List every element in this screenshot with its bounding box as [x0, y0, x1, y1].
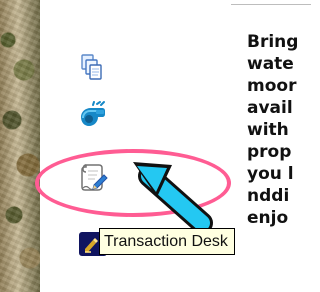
article-line: wate	[247, 54, 294, 74]
article-line: with	[247, 120, 289, 140]
article-line: you l	[247, 164, 294, 184]
article-line: prop	[247, 142, 292, 162]
article-line: enjo	[247, 208, 289, 228]
article-line: moor	[247, 76, 297, 96]
screen: Transaction Desk Bring wate moor avail w…	[0, 0, 311, 292]
article-text: Bring wate moor avail with prop you l nd…	[247, 31, 311, 229]
scroll-pencil-icon[interactable]	[80, 162, 108, 193]
pages-icon[interactable]	[80, 53, 104, 81]
whistle-icon[interactable]	[78, 100, 107, 129]
tooltip: Transaction Desk	[99, 228, 235, 255]
article-line: nddi	[247, 186, 290, 206]
map-thumbnail[interactable]	[0, 0, 40, 292]
article-line: Bring	[247, 32, 299, 52]
divider-line	[231, 4, 311, 5]
article-line: avail	[247, 98, 293, 118]
